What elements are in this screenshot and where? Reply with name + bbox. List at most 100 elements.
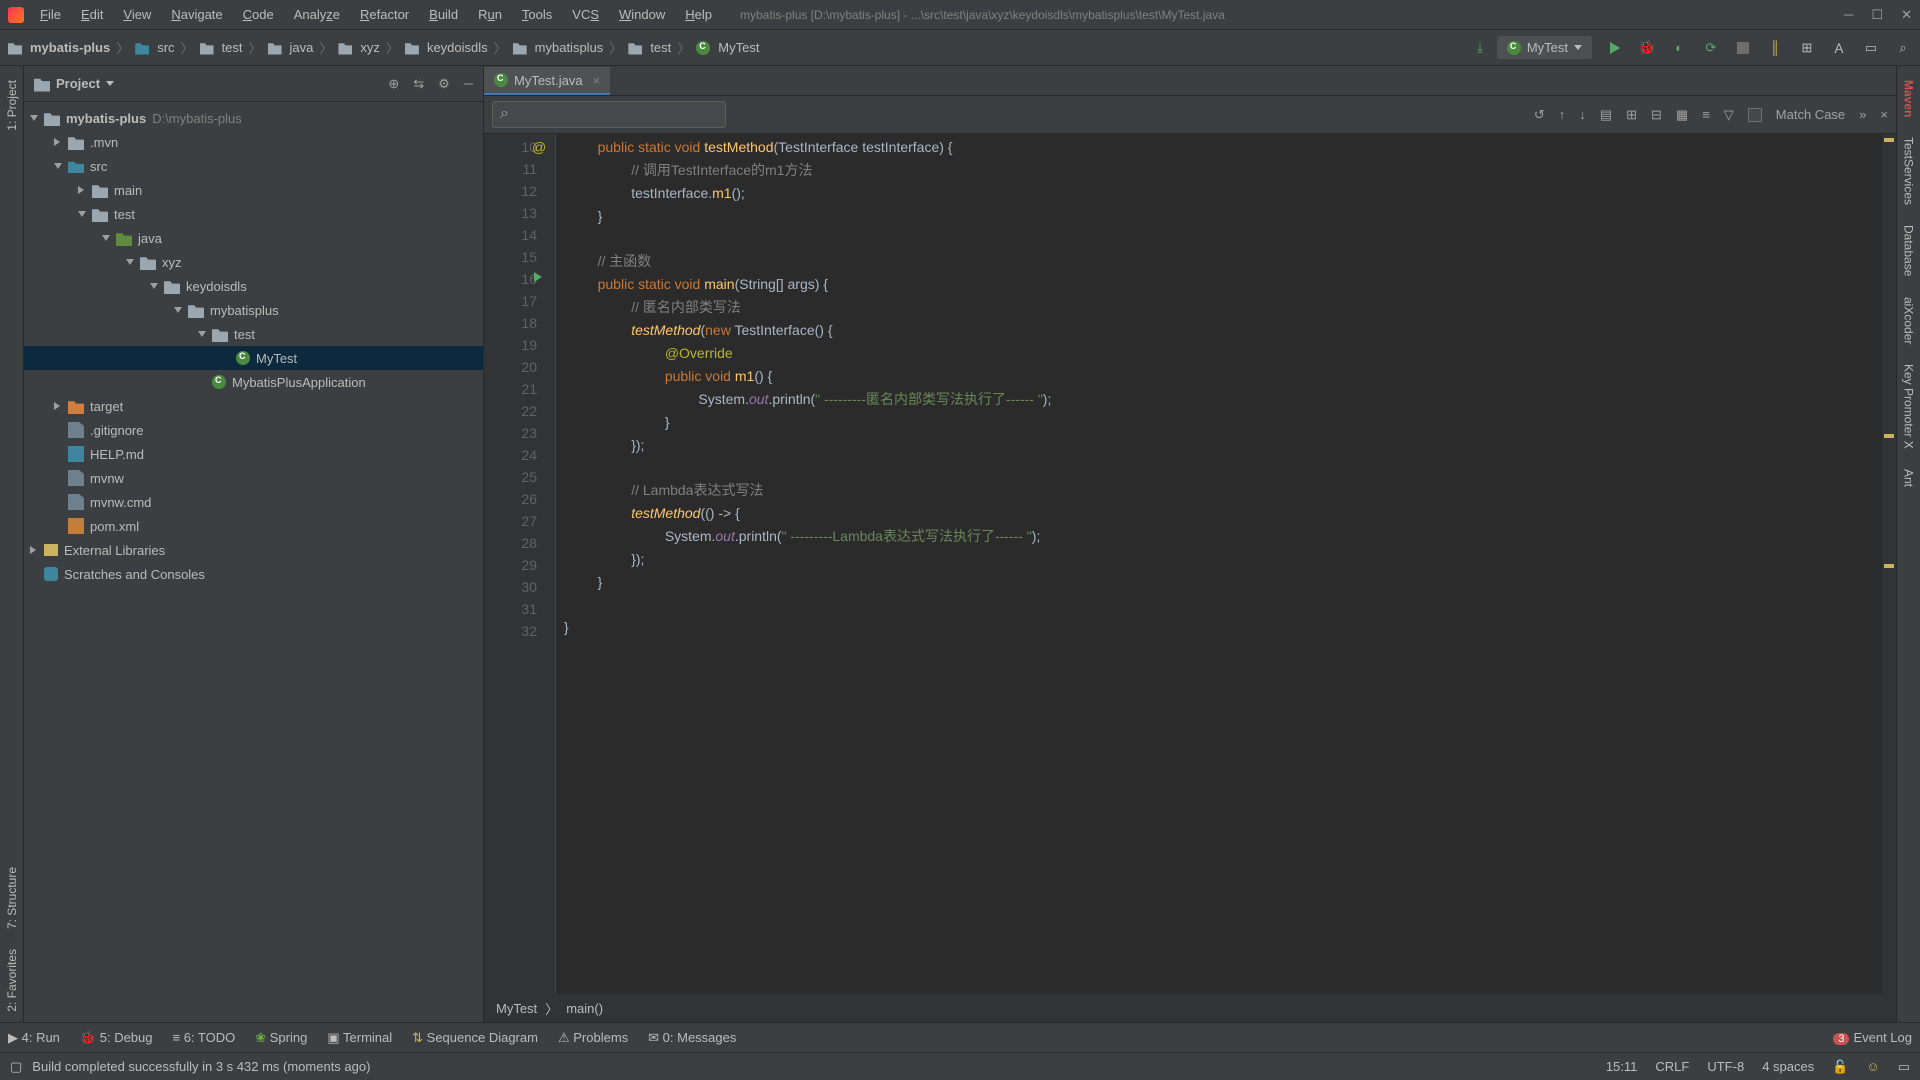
chevron-down-icon[interactable] [106,81,114,86]
menu-run[interactable]: Run [470,3,510,26]
collapse-icon[interactable]: ⇆ [413,76,424,92]
menu-help[interactable]: Help [677,3,720,26]
match-case-checkbox[interactable] [1748,108,1762,122]
crumb-src[interactable]: src [157,40,174,55]
tool-sequence[interactable]: ⇅ Sequence Diagram [412,1030,538,1046]
stop-button[interactable] [1734,39,1752,57]
close-icon[interactable]: ✕ [1901,7,1912,23]
tree-keydoisdls[interactable]: keydoisdls [24,274,483,298]
status-eol[interactable]: CRLF [1655,1059,1689,1075]
select-all-icon[interactable]: ▤ [1600,107,1612,123]
tree-mvnwcmd[interactable]: mvnw.cmd [24,490,483,514]
crumb-class[interactable]: MyTest [496,1001,537,1016]
gear-icon[interactable]: ⚙ [438,76,450,92]
crumb-root[interactable]: mybatis-plus [30,40,110,55]
tree-main[interactable]: main [24,178,483,202]
tool-terminal[interactable]: ▣ Terminal [327,1030,392,1046]
tool-database[interactable]: Database [1900,215,1918,286]
tool-debug[interactable]: 🐞 5: Debug [80,1030,153,1046]
tree-mvnw[interactable]: mvnw [24,466,483,490]
more-icon[interactable]: » [1859,107,1866,122]
remove-selection-icon[interactable]: ⊟ [1651,107,1662,123]
menu-file[interactable]: File [32,3,69,26]
tree-test[interactable]: test [24,202,483,226]
status-indent[interactable]: 4 spaces [1762,1059,1814,1075]
menu-code[interactable]: Code [235,3,282,26]
tree-java[interactable]: java [24,226,483,250]
tree-extlib[interactable]: External Libraries [24,538,483,562]
tool-messages[interactable]: ✉ 0: Messages [648,1030,736,1046]
menu-navigate[interactable]: Navigate [163,3,230,26]
tree-root[interactable]: mybatis-plusD:\mybatis-plus [24,106,483,130]
tool-problems[interactable]: ⚠ Problems [558,1030,628,1046]
tree-target[interactable]: target [24,394,483,418]
menu-analyze[interactable]: Analyze [286,3,348,26]
tool-ant[interactable]: Ant [1900,459,1918,497]
code-editor[interactable]: @ public static void testMethod(TestInte… [556,134,1896,994]
inspection-icon[interactable]: ☺ [1866,1059,1879,1075]
error-stripe[interactable] [1882,134,1896,994]
tree-xyz[interactable]: xyz [24,250,483,274]
tool-keypromoter[interactable]: Key Promoter X [1900,354,1918,459]
tool-testservices[interactable]: TestServices [1900,127,1918,215]
panel-toggle-icon[interactable]: ▢ [10,1059,22,1075]
layout-icon[interactable]: ▭ [1862,39,1880,57]
update-button[interactable]: ║ [1766,39,1784,57]
add-selection-icon[interactable]: ⊞ [1626,107,1637,123]
next-match-icon[interactable]: ↓ [1579,107,1586,122]
tool-aixcoder[interactable]: aiXcoder [1900,287,1918,354]
prev-match-icon[interactable]: ↑ [1559,107,1566,122]
tool-structure[interactable]: 7: Structure [3,857,21,939]
target-icon[interactable]: ⊕ [388,76,399,92]
tree-test2[interactable]: test [24,322,483,346]
memory-icon[interactable]: ▭ [1898,1059,1910,1075]
project-tree[interactable]: mybatis-plusD:\mybatis-plus .mvn src mai… [24,102,483,1022]
tool-run[interactable]: ▶ 4: Run [8,1030,60,1046]
history-icon[interactable]: ↺ [1534,107,1545,123]
run-button[interactable] [1606,39,1624,57]
tree-help[interactable]: HELP.md [24,442,483,466]
crumb-java[interactable]: java [290,40,314,55]
minimize-icon[interactable]: ─ [1844,7,1853,23]
search-input[interactable] [492,101,726,128]
minimize-panel-icon[interactable]: ─ [464,76,473,92]
status-encoding[interactable]: UTF-8 [1707,1059,1744,1075]
tree-mytest[interactable]: MyTest [24,346,483,370]
crumb-test[interactable]: test [222,40,243,55]
tool-spring[interactable]: ❀ Spring [255,1030,307,1046]
tool-project[interactable]: 1: Project [3,70,21,141]
run-config-selector[interactable]: MyTest [1497,36,1592,59]
search-icon[interactable]: ⌕ [1894,39,1912,57]
editor-gutter[interactable]: 10 11 12 13 14 15 16 17 18 19 20 21 22 2… [484,134,556,994]
menu-refactor[interactable]: Refactor [352,3,417,26]
tree-gitignore[interactable]: .gitignore [24,418,483,442]
tree-mvn[interactable]: .mvn [24,130,483,154]
maximize-icon[interactable]: ☐ [1871,7,1883,23]
tree-mybatisplus[interactable]: mybatisplus [24,298,483,322]
menu-edit[interactable]: Edit [73,3,111,26]
menu-view[interactable]: View [115,3,159,26]
selection-icon[interactable]: ▦ [1676,107,1688,123]
crumb-test2[interactable]: test [650,40,671,55]
menu-tools[interactable]: Tools [514,3,560,26]
search-everywhere-icon[interactable]: ⊞ [1798,39,1816,57]
menu-window[interactable]: Window [611,3,673,26]
close-find-icon[interactable]: × [1880,107,1888,122]
crumb-method[interactable]: main() [566,1001,603,1016]
menu-vcs[interactable]: VCS [564,3,607,26]
tool-favorites[interactable]: 2: Favorites [3,939,21,1022]
debug-button[interactable]: 🐞 [1638,39,1656,57]
filter-icon[interactable]: ▽ [1724,107,1734,123]
settings-icon[interactable]: Ａ [1830,39,1848,57]
close-tab-icon[interactable]: × [593,73,601,88]
tree-scratch[interactable]: Scratches and Consoles [24,562,483,586]
tree-src[interactable]: src [24,154,483,178]
crumb-keydoisdls[interactable]: keydoisdls [427,40,488,55]
build-icon[interactable]: ⤓ [1477,40,1483,56]
event-log[interactable]: 3Event Log [1833,1030,1912,1045]
profile-button[interactable]: ⟳ [1702,39,1720,57]
coverage-button[interactable]: ◐ [1670,39,1688,57]
readonly-icon[interactable]: 🔓 [1832,1059,1848,1075]
tab-mytest[interactable]: MyTest.java × [484,67,610,95]
menu-build[interactable]: Build [421,3,466,26]
